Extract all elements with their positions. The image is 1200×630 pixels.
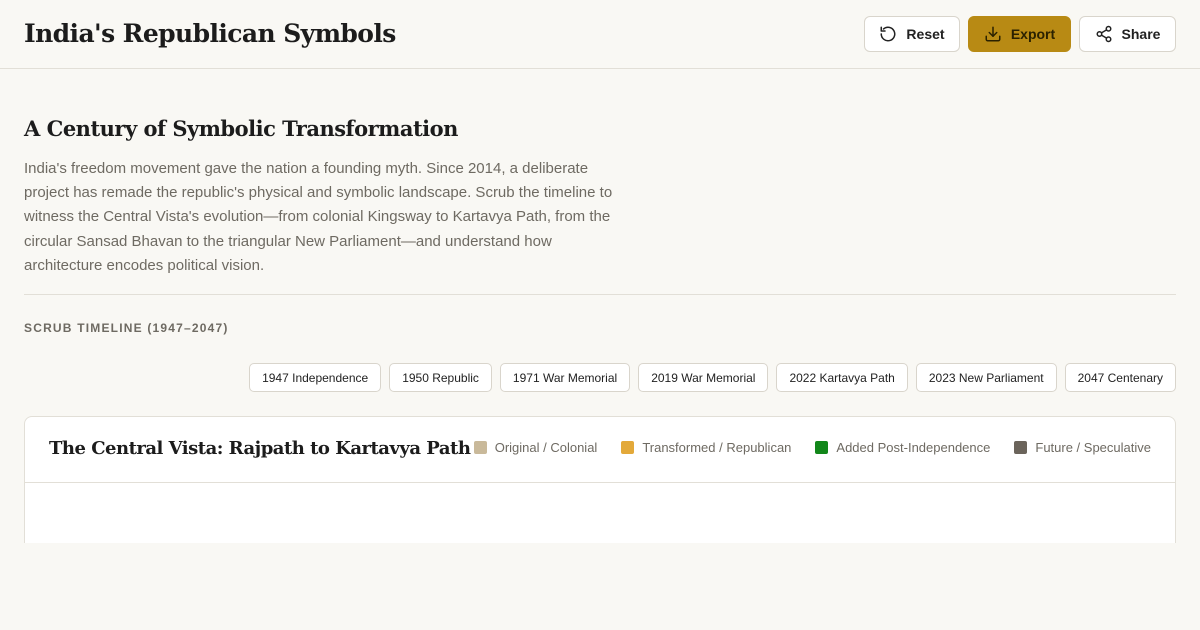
legend-swatch-added-post-independence bbox=[815, 441, 829, 454]
download-icon bbox=[985, 26, 1001, 42]
section-heading: A Century of Symbolic Transformation bbox=[24, 116, 458, 141]
milestone-1971-war-memorial[interactable]: 1971 War Memorial bbox=[499, 363, 631, 392]
legend-item-transformed-republican: Transformed / Republican bbox=[621, 440, 791, 455]
timeline-label: SCRUB TIMELINE (1947–2047) bbox=[24, 321, 229, 335]
reset-button-label: Reset bbox=[906, 26, 945, 42]
timeline-milestones: 1947 Independence 1950 Republic 1971 War… bbox=[249, 363, 1176, 392]
milestone-2019-war-memorial[interactable]: 2019 War Memorial bbox=[638, 363, 769, 392]
legend-label-transformed-republican: Transformed / Republican bbox=[642, 440, 792, 455]
legend-swatch-original-colonial bbox=[473, 441, 487, 454]
reset-button[interactable]: Reset bbox=[864, 16, 960, 52]
export-button[interactable]: Export bbox=[968, 16, 1071, 52]
legend-item-future-speculative: Future / Speculative bbox=[1014, 440, 1151, 455]
app-title: India's Republican Symbols bbox=[24, 19, 396, 48]
legend-item-original-colonial: Original / Colonial bbox=[473, 440, 598, 455]
share-icon bbox=[1096, 25, 1112, 43]
page-bottom-background bbox=[0, 543, 1200, 630]
milestone-1947-independence[interactable]: 1947 Independence bbox=[249, 363, 382, 392]
app-header: India's Republican Symbols Reset Export … bbox=[0, 0, 1200, 69]
milestone-2023-new-parliament[interactable]: 2023 New Parliament bbox=[915, 363, 1057, 392]
legend-label-original-colonial: Original / Colonial bbox=[494, 440, 598, 455]
legend: Original / Colonial Transformed / Republ… bbox=[473, 440, 1151, 455]
milestone-2022-kartavya-path[interactable]: 2022 Kartavya Path bbox=[776, 363, 908, 392]
share-button-label: Share bbox=[1121, 26, 1161, 42]
legend-label-future-speculative: Future / Speculative bbox=[1035, 440, 1151, 455]
intro-paragraph: India's freedom movement gave the nation… bbox=[24, 160, 613, 274]
legend-label-added-post-independence: Added Post-Independence bbox=[836, 440, 991, 455]
legend-item-added-post-independence: Added Post-Independence bbox=[815, 440, 990, 455]
panel-title: The Central Vista: Rajpath to Kartavya P… bbox=[49, 438, 471, 459]
milestone-1950-republic[interactable]: 1950 Republic bbox=[389, 363, 492, 392]
panel-header: The Central Vista: Rajpath to Kartavya P… bbox=[25, 417, 1175, 483]
legend-swatch-transformed-republican bbox=[621, 441, 635, 454]
reset-icon bbox=[880, 26, 896, 42]
export-button-label: Export bbox=[1010, 26, 1056, 42]
legend-swatch-future-speculative bbox=[1014, 441, 1028, 454]
milestone-2047-centenary[interactable]: 2047 Centenary bbox=[1064, 363, 1176, 392]
share-button[interactable]: Share bbox=[1079, 16, 1176, 52]
section-divider bbox=[24, 294, 1176, 295]
